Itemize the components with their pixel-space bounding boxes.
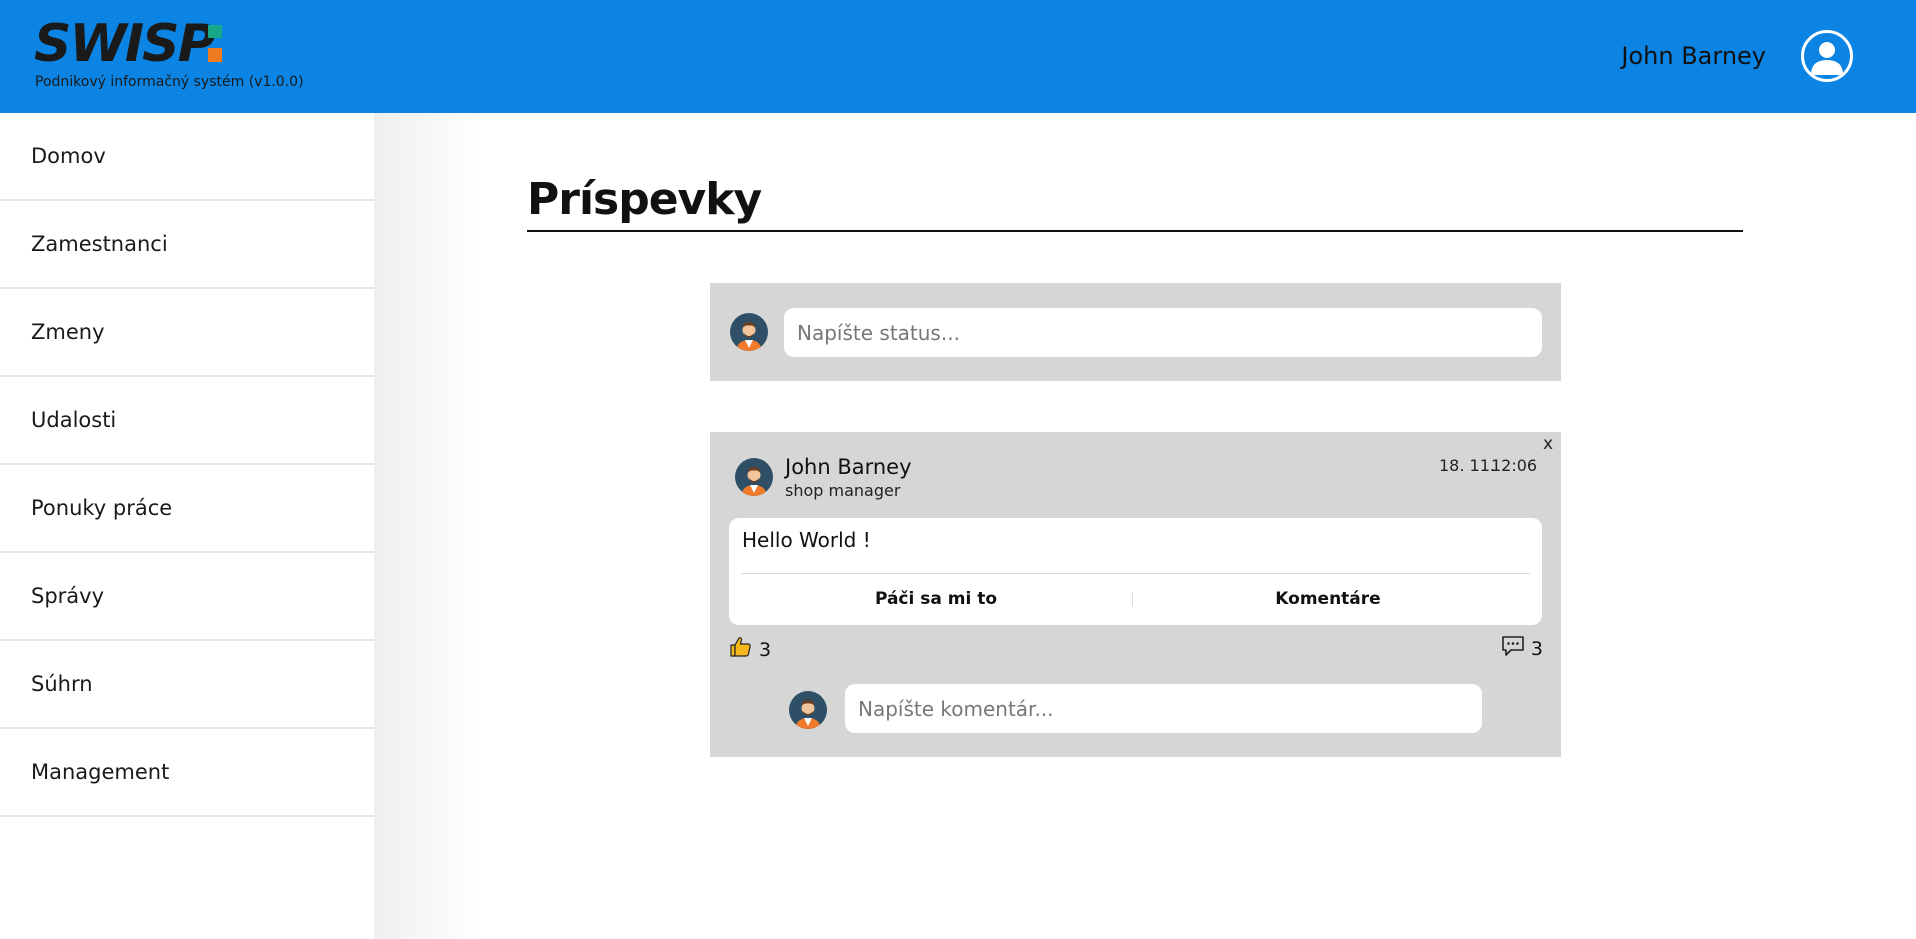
logo-orange-square (208, 48, 222, 62)
sidebar-item-zamestnanci[interactable]: Zamestnanci (0, 201, 374, 289)
comment-stat[interactable]: 3 (1501, 635, 1543, 662)
status-input[interactable] (784, 308, 1542, 357)
post-card: x John Barney shop manager 18. 11. 12:06… (710, 432, 1561, 757)
sidebar-item-ponuky-prace[interactable]: Ponuky práce (0, 465, 374, 553)
sidebar-item-suhrn[interactable]: Súhrn (0, 641, 374, 729)
sidebar-item-udalosti[interactable]: Udalosti (0, 377, 374, 465)
sidebar-item-spravy[interactable]: Správy (0, 553, 374, 641)
page-title: Príspevky (527, 174, 762, 225)
sidebar-item-domov[interactable]: Domov (0, 113, 374, 201)
status-composer (710, 283, 1561, 381)
logo[interactable]: SWISP (34, 14, 222, 74)
sidebar: Domov Zamestnanci Zmeny Udalosti Ponuky … (0, 113, 374, 939)
post-body: Hello World ! Páči sa mi to Komentáre (729, 518, 1542, 625)
sidebar-item-zmeny[interactable]: Zmeny (0, 289, 374, 377)
current-user-name[interactable]: John Barney (1621, 42, 1766, 70)
logo-text: SWISP (34, 14, 216, 74)
top-bar: SWISP Podnikový informačný systém (v1.0.… (0, 0, 1916, 113)
comment-count: 3 (1530, 637, 1543, 660)
user-circle-icon[interactable] (1801, 30, 1853, 82)
comments-button[interactable]: Komentáre (1133, 574, 1523, 624)
title-divider (527, 230, 1743, 232)
post-author-name[interactable]: John Barney (785, 455, 912, 479)
sidebar-item-management[interactable]: Management (0, 729, 374, 817)
avatar (729, 312, 769, 352)
like-stat[interactable]: 3 (729, 635, 771, 664)
post-author-role: shop manager (785, 481, 901, 500)
like-button[interactable]: Páči sa mi to (741, 574, 1131, 624)
avatar (788, 690, 828, 730)
comment-bubble-icon (1501, 635, 1525, 662)
sidebar-shadow (374, 113, 484, 939)
post-date: 18. 11. (1439, 456, 1495, 475)
app-subtitle: Podnikový informačný systém (v1.0.0) (35, 74, 304, 90)
close-post-button[interactable]: x (1543, 434, 1553, 454)
logo-green-square (208, 25, 222, 38)
avatar (734, 457, 774, 497)
post-time: 12:06 (1491, 456, 1538, 475)
like-count: 3 (759, 638, 772, 661)
post-text: Hello World ! (742, 528, 871, 552)
comment-input[interactable] (845, 684, 1482, 733)
thumbs-up-icon (729, 635, 753, 664)
